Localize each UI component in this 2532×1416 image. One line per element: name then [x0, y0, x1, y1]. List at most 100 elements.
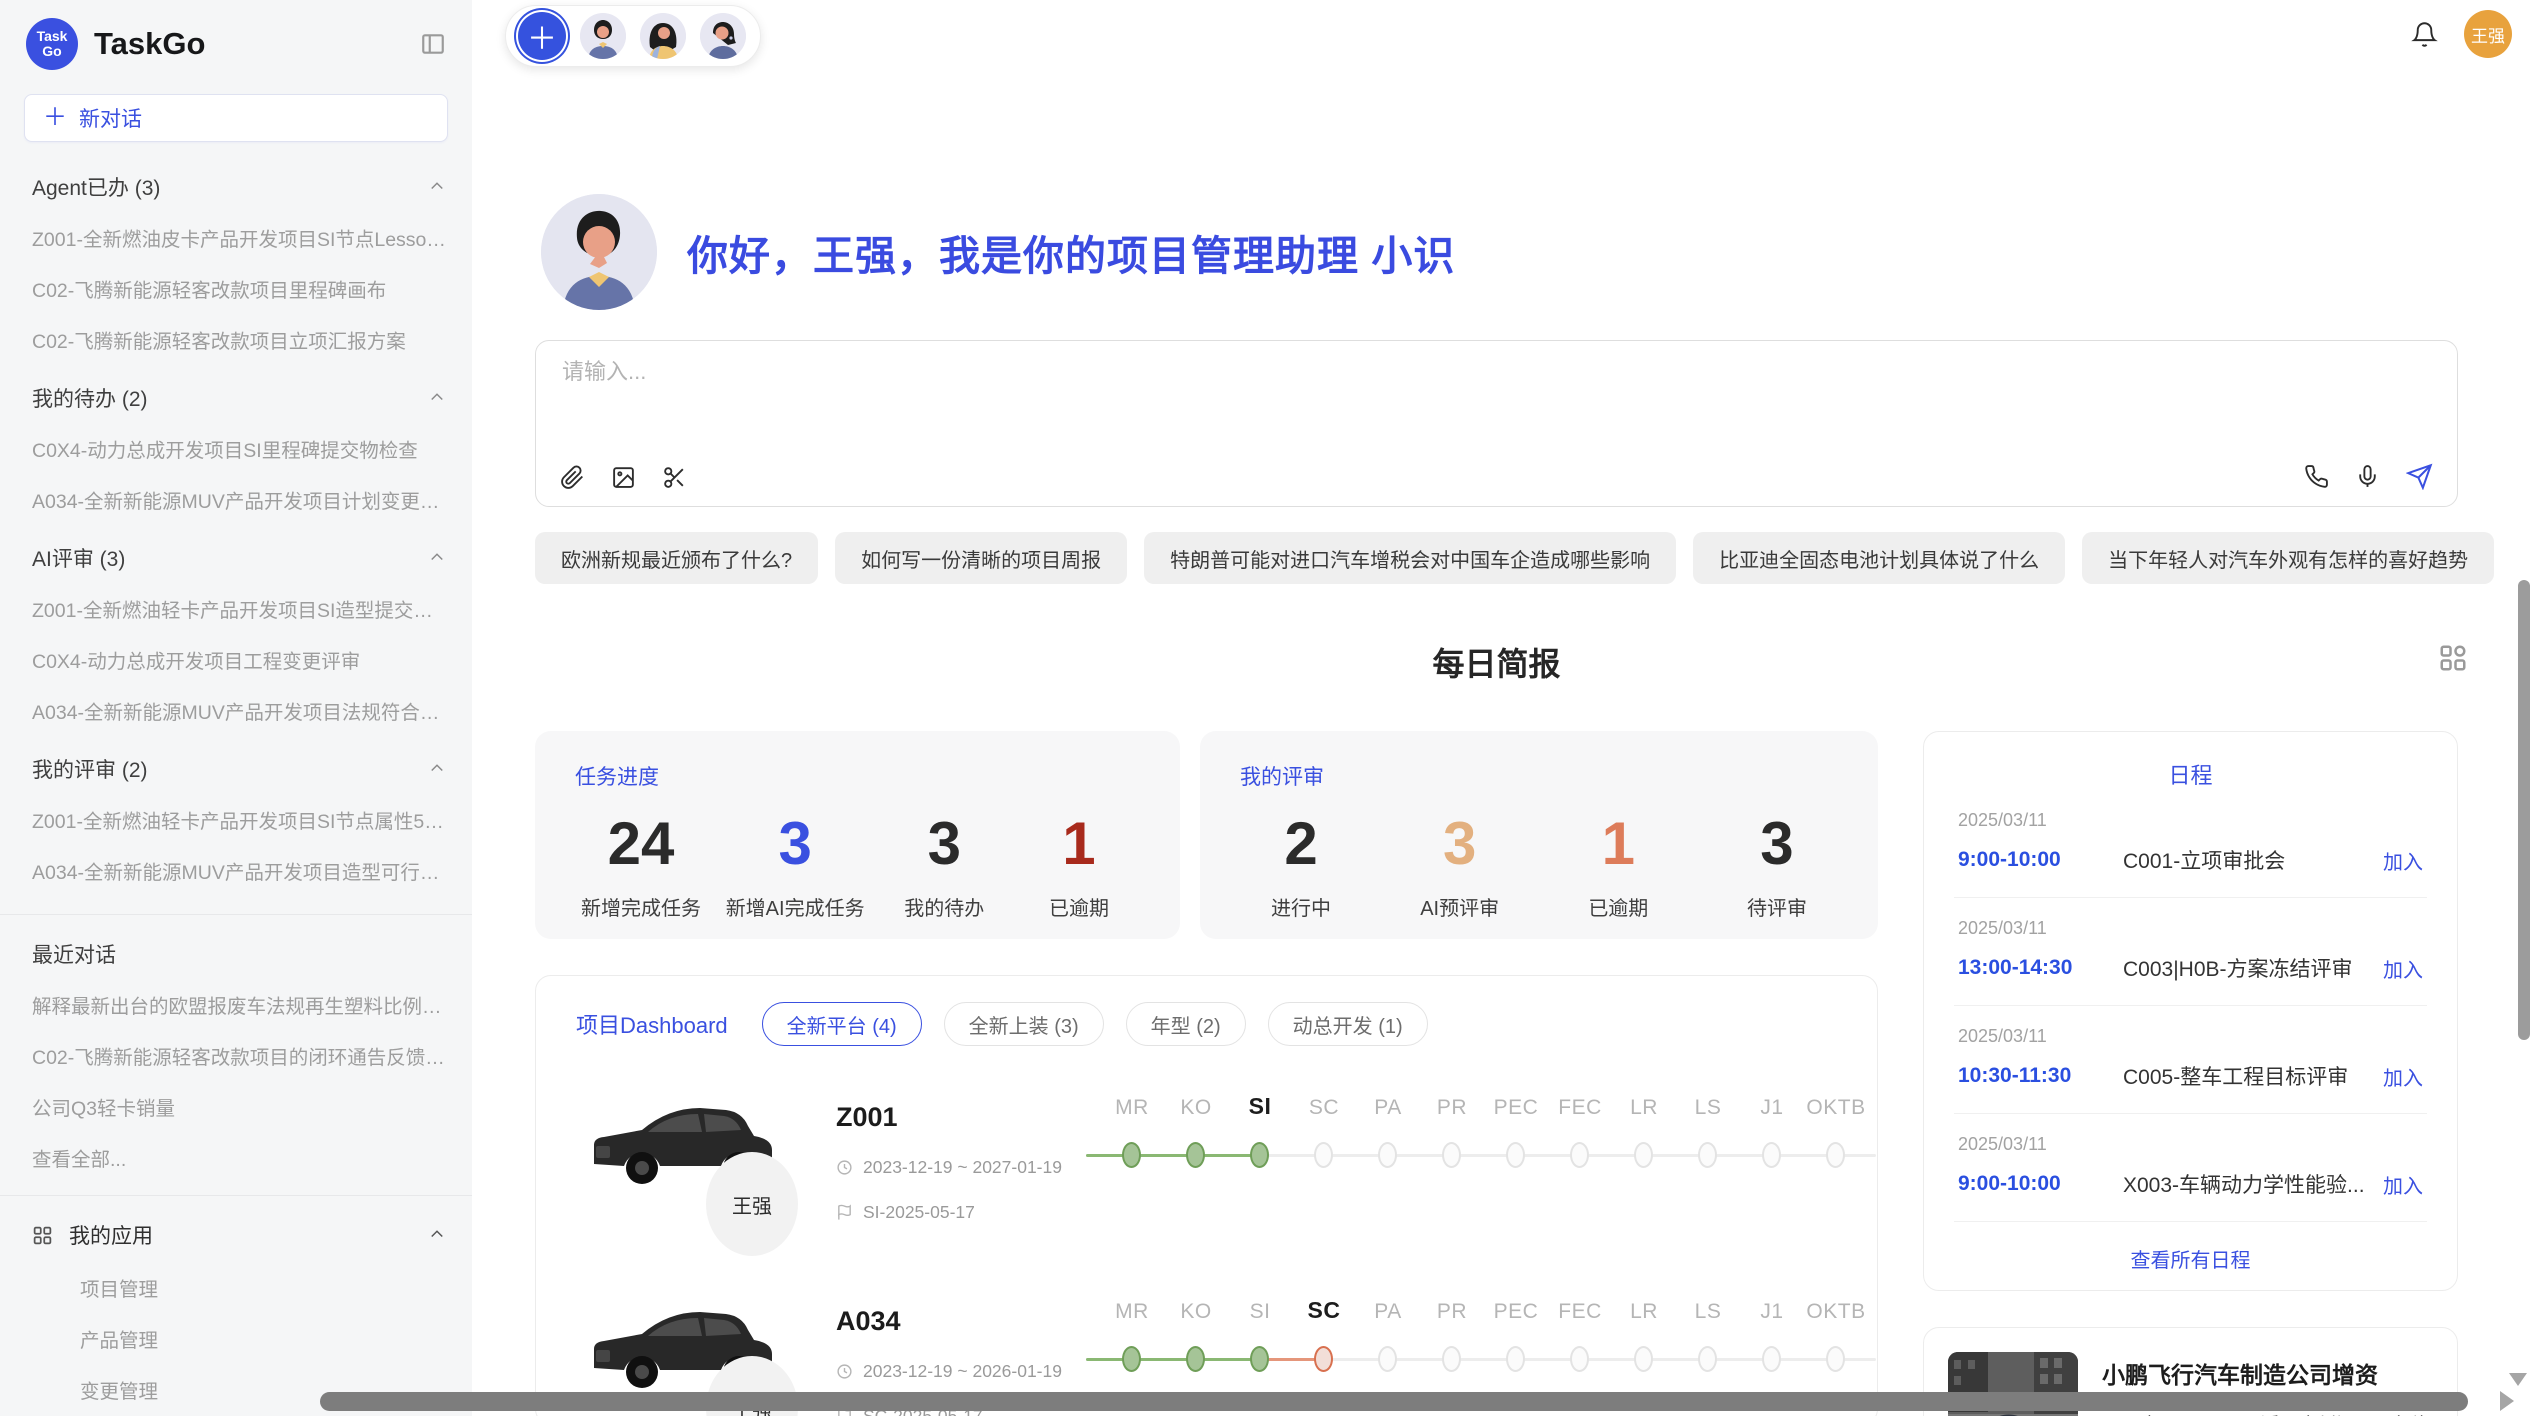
- user-avatar[interactable]: 王强: [2464, 10, 2512, 58]
- stat: 3 新增AI完成任务: [726, 809, 865, 921]
- chevron-up-icon[interactable]: [428, 389, 446, 407]
- project-dashboard-card: 项目Dashboard 全新平台 (4) 全新上装 (3) 年型 (2) 动总开…: [535, 975, 1878, 1416]
- join-link[interactable]: 加入: [2383, 1170, 2423, 1199]
- sidebar-list-item[interactable]: 查看全部...: [0, 1132, 472, 1183]
- notification-bell-icon[interactable]: [2411, 21, 2438, 48]
- milestone-dot[interactable]: [1378, 1142, 1397, 1168]
- stat: 3 AI预评审: [1405, 809, 1515, 921]
- section-header[interactable]: 我的评审 (2): [0, 744, 472, 794]
- chat-input[interactable]: [562, 359, 2431, 385]
- app-sub-item[interactable]: 项目管理: [0, 1262, 472, 1313]
- sidebar-collapse-icon[interactable]: [420, 31, 446, 57]
- milestone-dot[interactable]: [1698, 1142, 1717, 1168]
- suggestion-chip[interactable]: 当下年轻人对汽车外观有怎样的喜好趋势: [2082, 532, 2494, 584]
- filter-chip[interactable]: 动总开发 (1): [1268, 1002, 1428, 1046]
- sidebar-list-item[interactable]: C0X4-动力总成开发项目SI里程碑提交物检查: [0, 423, 472, 474]
- milestone-dot[interactable]: [1698, 1346, 1717, 1372]
- sidebar-item-my-apps[interactable]: 我的应用: [0, 1208, 472, 1262]
- sidebar-list-item[interactable]: Z001-全新燃油皮卡产品开发项目SI节点Lesson Learn报告: [0, 212, 472, 263]
- join-link[interactable]: 加入: [2383, 1062, 2423, 1091]
- sidebar-list-item[interactable]: Z001-全新燃油轻卡产品开发项目SI节点属性5D文件评审: [0, 794, 472, 845]
- vertical-scrollbar[interactable]: [2518, 580, 2530, 1040]
- section-header[interactable]: Agent已办 (3): [0, 162, 472, 212]
- sidebar-list-item[interactable]: 公司Q3轻卡销量: [0, 1081, 472, 1132]
- scroll-down-arrow[interactable]: [2509, 1373, 2527, 1386]
- view-all-schedule-link[interactable]: 查看所有日程: [1954, 1222, 2427, 1273]
- divider: [0, 914, 472, 915]
- sidebar-list-item[interactable]: C02-飞腾新能源轻客改款项目立项汇报方案: [0, 314, 472, 365]
- agent-avatar-3[interactable]: [700, 13, 746, 59]
- milestone-dot[interactable]: [1570, 1346, 1589, 1372]
- agent-avatar-2[interactable]: [640, 13, 686, 59]
- milestone-dot[interactable]: [1314, 1346, 1333, 1372]
- milestone-dot[interactable]: [1186, 1142, 1205, 1168]
- milestone-label: OKTB: [1796, 1300, 1876, 1324]
- sidebar-list-item[interactable]: A034-全新新能源MUV产品开发项目计划变更表编写: [0, 474, 472, 525]
- sidebar-list-item[interactable]: C02-飞腾新能源轻客改款项目里程碑画布: [0, 263, 472, 314]
- new-chat-button[interactable]: ＋ 新对话: [24, 94, 448, 142]
- suggestion-chip[interactable]: 如何写一份清晰的项目周报: [835, 532, 1127, 584]
- stat-values: 24 新增完成任务 3 新增AI完成任务 3 我的待办 1 已逾期: [575, 809, 1140, 921]
- filter-chip[interactable]: 年型 (2): [1126, 1002, 1246, 1046]
- chevron-up-icon[interactable]: [428, 178, 446, 196]
- layout-grid-icon[interactable]: [2438, 643, 2468, 673]
- add-agent-button[interactable]: ＋: [518, 12, 566, 60]
- filter-chip[interactable]: 全新平台 (4): [762, 1002, 922, 1046]
- filter-chip[interactable]: 全新上装 (3): [944, 1002, 1104, 1046]
- milestone-dot[interactable]: [1122, 1142, 1141, 1168]
- chevron-up-icon[interactable]: [428, 549, 446, 567]
- chevron-up-icon[interactable]: [428, 760, 446, 778]
- project-row[interactable]: 王强 Z001 2023-12-19 ~ 2027-01-19 SI-2025-…: [576, 1090, 1837, 1250]
- suggestion-chip[interactable]: 特朗普可能对进口汽车增税会对中国车企造成哪些影响: [1144, 532, 1676, 584]
- stat-label: 我的待办: [889, 892, 999, 921]
- horizontal-scrollbar[interactable]: [320, 1392, 2468, 1411]
- sidebar-list-item[interactable]: 解释最新出台的欧盟报废车法规再生塑料比例被调至15%...: [0, 979, 472, 1030]
- sidebar-list-item[interactable]: Z001-全新燃油轻卡产品开发项目SI造型提交物评审: [0, 583, 472, 634]
- mic-icon[interactable]: [2355, 464, 2380, 489]
- section-header[interactable]: AI评审 (3): [0, 533, 472, 583]
- agent-avatar-1[interactable]: [580, 13, 626, 59]
- schedule-date: 2025/03/11: [1958, 1026, 2423, 1047]
- milestone-dot[interactable]: [1186, 1346, 1205, 1372]
- milestone-dot[interactable]: [1314, 1142, 1333, 1168]
- phone-icon[interactable]: [2304, 464, 2329, 489]
- milestone-dot[interactable]: [1506, 1142, 1525, 1168]
- sidebar-scroll-area[interactable]: Agent已办 (3) Z001-全新燃油皮卡产品开发项目SI节点Lesson …: [0, 150, 472, 1416]
- image-icon[interactable]: [611, 465, 636, 490]
- milestone-dot[interactable]: [1762, 1346, 1781, 1372]
- flag-icon: [836, 1204, 853, 1221]
- chevron-up-icon[interactable]: [428, 1226, 446, 1244]
- stat: 1 已逾期: [1024, 809, 1134, 921]
- section-header[interactable]: 我的待办 (2): [0, 373, 472, 423]
- scissors-icon[interactable]: [662, 465, 687, 490]
- join-link[interactable]: 加入: [2383, 954, 2423, 983]
- join-link[interactable]: 加入: [2383, 846, 2423, 875]
- attachment-icon[interactable]: [560, 465, 585, 490]
- suggestion-chip[interactable]: 欧洲新规最近颁布了什么?: [535, 532, 818, 584]
- milestone-dot[interactable]: [1826, 1346, 1845, 1372]
- milestone-dot[interactable]: [1506, 1346, 1525, 1372]
- milestone-dot[interactable]: [1570, 1142, 1589, 1168]
- new-chat-label: 新对话: [79, 103, 142, 133]
- schedule-time: 9:00-10:00: [1958, 1172, 2123, 1196]
- daily-brief-header: 每日简报: [535, 639, 2458, 683]
- milestone-dot[interactable]: [1250, 1346, 1269, 1372]
- milestone-dot[interactable]: [1250, 1142, 1269, 1168]
- sidebar-list-item[interactable]: C0X4-动力总成开发项目工程变更评审: [0, 634, 472, 685]
- milestone-dot[interactable]: [1762, 1142, 1781, 1168]
- sidebar-list-item[interactable]: C02-飞腾新能源轻客改款项目的闭环通告反馈情况: [0, 1030, 472, 1081]
- milestone-dot[interactable]: [1442, 1346, 1461, 1372]
- milestone-dot[interactable]: [1826, 1142, 1845, 1168]
- app-sub-item[interactable]: 产品管理: [0, 1313, 472, 1364]
- send-icon[interactable]: [2406, 463, 2433, 490]
- scroll-right-arrow[interactable]: [2500, 1391, 2514, 1411]
- milestone-dot[interactable]: [1634, 1142, 1653, 1168]
- sidebar-list-item[interactable]: A034-全新新能源MUV产品开发项目造型可行性评审: [0, 845, 472, 896]
- project-dates: 2023-12-19 ~ 2026-01-19: [863, 1361, 1062, 1382]
- milestone-dot[interactable]: [1122, 1346, 1141, 1372]
- milestone-dot[interactable]: [1442, 1142, 1461, 1168]
- milestone-dot[interactable]: [1378, 1346, 1397, 1372]
- sidebar-list-item[interactable]: A034-全新新能源MUV产品开发项目法规符合性评审: [0, 685, 472, 736]
- milestone-dot[interactable]: [1634, 1346, 1653, 1372]
- suggestion-chip[interactable]: 比亚迪全固态电池计划具体说了什么: [1693, 532, 2065, 584]
